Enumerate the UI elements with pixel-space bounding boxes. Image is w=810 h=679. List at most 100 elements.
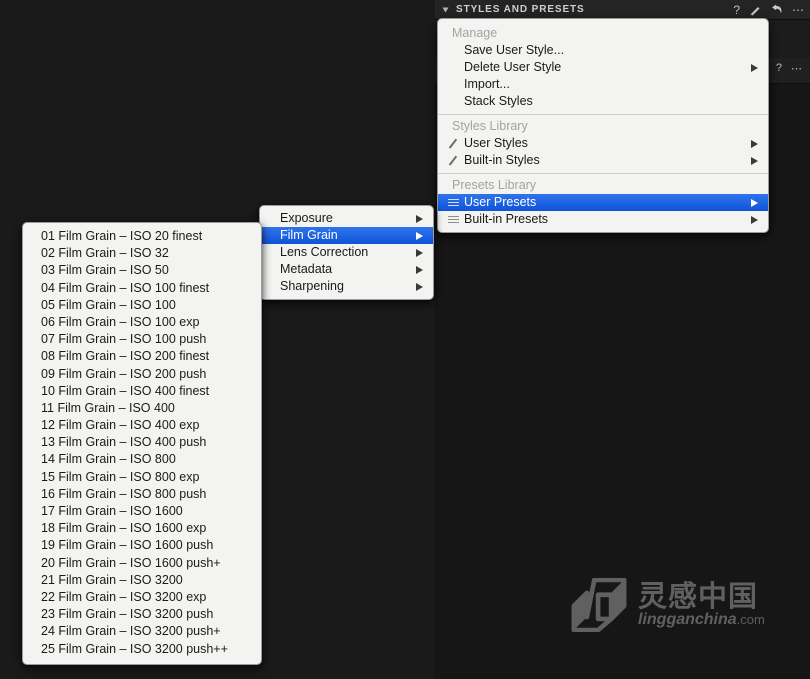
preset-item[interactable]: 04 Film Grain – ISO 100 finest (23, 280, 261, 297)
preset-label: 22 Film Grain – ISO 3200 exp (41, 589, 251, 606)
menu-item-label: User Presets (464, 194, 741, 211)
menu-item-save-user-style[interactable]: Save User Style... (438, 42, 768, 59)
menu-item-label: Built-in Styles (464, 152, 741, 169)
preset-item[interactable]: 16 Film Grain – ISO 800 push (23, 486, 261, 503)
preset-item[interactable]: 09 Film Grain – ISO 200 push (23, 366, 261, 383)
preset-item[interactable]: 22 Film Grain – ISO 3200 exp (23, 589, 261, 606)
submenu-arrow-icon (751, 216, 758, 224)
secondary-icon-group: ? ⋯ (776, 62, 802, 75)
preset-label: 24 Film Grain – ISO 3200 push+ (41, 623, 251, 640)
submenu-item-metadata[interactable]: Metadata (260, 261, 433, 278)
preset-item[interactable]: 17 Film Grain – ISO 1600 (23, 503, 261, 520)
menu-item-label: Import... (464, 76, 758, 93)
stack-icon (447, 214, 459, 226)
menu-item-user-presets[interactable]: User Presets (438, 194, 768, 211)
film-grain-presets-submenu[interactable]: 01 Film Grain – ISO 20 finest 02 Film Gr… (22, 222, 262, 665)
menu-item-label: Film Grain (280, 227, 406, 244)
submenu-item-exposure[interactable]: Exposure (260, 210, 433, 227)
preset-item[interactable]: 23 Film Grain – ISO 3200 push (23, 606, 261, 623)
preset-item[interactable]: 15 Film Grain – ISO 800 exp (23, 469, 261, 486)
submenu-arrow-icon (416, 266, 423, 274)
preset-item[interactable]: 01 Film Grain – ISO 20 finest (23, 228, 261, 245)
application-window: STYLES AND PRESETS ? ⋯ + ? ⋯ Manage (0, 0, 810, 679)
menu-item-label: User Styles (464, 135, 741, 152)
menu-item-label: Exposure (280, 210, 406, 227)
preset-label: 13 Film Grain – ISO 400 push (41, 434, 251, 451)
more-icon[interactable]: ⋯ (792, 4, 804, 16)
menu-item-user-styles[interactable]: User Styles (438, 135, 768, 152)
menu-separator (438, 173, 768, 174)
menu-item-built-in-styles[interactable]: Built-in Styles (438, 152, 768, 169)
panel-title: STYLES AND PRESETS (456, 4, 585, 15)
pencil-icon (447, 155, 459, 167)
preset-label: 10 Film Grain – ISO 400 finest (41, 383, 251, 400)
menu-separator (438, 114, 768, 115)
submenu-arrow-icon (751, 199, 758, 207)
preset-item[interactable]: 20 Film Grain – ISO 1600 push+ (23, 555, 261, 572)
submenu-item-lens-correction[interactable]: Lens Correction (260, 244, 433, 261)
preset-label: 09 Film Grain – ISO 200 push (41, 366, 251, 383)
preset-item[interactable]: 08 Film Grain – ISO 200 finest (23, 348, 261, 365)
preset-label: 17 Film Grain – ISO 1600 (41, 503, 251, 520)
menu-item-label: Save User Style... (464, 42, 758, 59)
submenu-arrow-icon (751, 157, 758, 165)
preset-label: 05 Film Grain – ISO 100 (41, 297, 251, 314)
menu-item-import[interactable]: Import... (438, 76, 768, 93)
submenu-arrow-icon (416, 232, 423, 240)
preset-item[interactable]: 05 Film Grain – ISO 100 (23, 297, 261, 314)
help-icon[interactable]: ? (776, 62, 782, 75)
menu-item-built-in-presets[interactable]: Built-in Presets (438, 211, 768, 228)
preset-item[interactable]: 11 Film Grain – ISO 400 (23, 400, 261, 417)
menu-item-stack-styles[interactable]: Stack Styles (438, 93, 768, 110)
preset-item[interactable]: 24 Film Grain – ISO 3200 push+ (23, 623, 261, 640)
preset-item[interactable]: 02 Film Grain – ISO 32 (23, 245, 261, 262)
styles-and-presets-menu[interactable]: Manage Save User Style... Delete User St… (437, 18, 769, 233)
preset-label: 08 Film Grain – ISO 200 finest (41, 348, 251, 365)
preset-label: 23 Film Grain – ISO 3200 push (41, 606, 251, 623)
submenu-item-sharpening[interactable]: Sharpening (260, 278, 433, 295)
preset-item[interactable]: 03 Film Grain – ISO 50 (23, 262, 261, 279)
stack-icon (447, 197, 459, 209)
menu-item-delete-user-style[interactable]: Delete User Style (438, 59, 768, 76)
menu-group-title-manage: Manage (438, 25, 768, 42)
menu-item-label: Metadata (280, 261, 406, 278)
preset-label: 04 Film Grain – ISO 100 finest (41, 280, 251, 297)
preset-label: 18 Film Grain – ISO 1600 exp (41, 520, 251, 537)
menu-group-title-styles-library: Styles Library (438, 118, 768, 135)
panel-header-icon-group: ? ⋯ (733, 4, 804, 16)
preset-label: 12 Film Grain – ISO 400 exp (41, 417, 251, 434)
submenu-arrow-icon (751, 140, 758, 148)
preset-label: 16 Film Grain – ISO 800 push (41, 486, 251, 503)
preset-item[interactable]: 12 Film Grain – ISO 400 exp (23, 417, 261, 434)
submenu-item-film-grain[interactable]: Film Grain (260, 227, 433, 244)
menu-group-title-presets-library: Presets Library (438, 177, 768, 194)
submenu-arrow-icon (751, 64, 758, 72)
preset-category-submenu[interactable]: Exposure Film Grain Lens Correction Meta… (259, 205, 434, 300)
help-icon[interactable]: ? (733, 4, 740, 16)
preset-item[interactable]: 13 Film Grain – ISO 400 push (23, 434, 261, 451)
preset-label: 03 Film Grain – ISO 50 (41, 262, 251, 279)
preset-label: 19 Film Grain – ISO 1600 push (41, 537, 251, 554)
undo-icon[interactable] (770, 4, 783, 16)
preset-label: 02 Film Grain – ISO 32 (41, 245, 251, 262)
preset-label: 14 Film Grain – ISO 800 (41, 451, 251, 468)
more-icon[interactable]: ⋯ (791, 62, 802, 75)
edit-icon[interactable] (749, 4, 761, 16)
preset-label: 01 Film Grain – ISO 20 finest (41, 228, 251, 245)
preset-item[interactable]: 19 Film Grain – ISO 1600 push (23, 537, 261, 554)
preset-item[interactable]: 25 Film Grain – ISO 3200 push++ (23, 641, 261, 658)
preset-item[interactable]: 10 Film Grain – ISO 400 finest (23, 383, 261, 400)
menu-item-label: Stack Styles (464, 93, 758, 110)
preset-label: 11 Film Grain – ISO 400 (41, 400, 251, 417)
styles-and-presets-panel-header[interactable]: STYLES AND PRESETS ? ⋯ (435, 0, 810, 20)
menu-item-label: Built-in Presets (464, 211, 741, 228)
preset-item[interactable]: 14 Film Grain – ISO 800 (23, 451, 261, 468)
preset-item[interactable]: 21 Film Grain – ISO 3200 (23, 572, 261, 589)
preset-item[interactable]: 06 Film Grain – ISO 100 exp (23, 314, 261, 331)
disclosure-triangle-icon[interactable] (443, 7, 449, 12)
preset-item[interactable]: 07 Film Grain – ISO 100 push (23, 331, 261, 348)
pencil-icon (447, 138, 459, 150)
preset-item[interactable]: 18 Film Grain – ISO 1600 exp (23, 520, 261, 537)
menu-item-label: Lens Correction (280, 244, 406, 261)
preset-label: 25 Film Grain – ISO 3200 push++ (41, 641, 251, 658)
